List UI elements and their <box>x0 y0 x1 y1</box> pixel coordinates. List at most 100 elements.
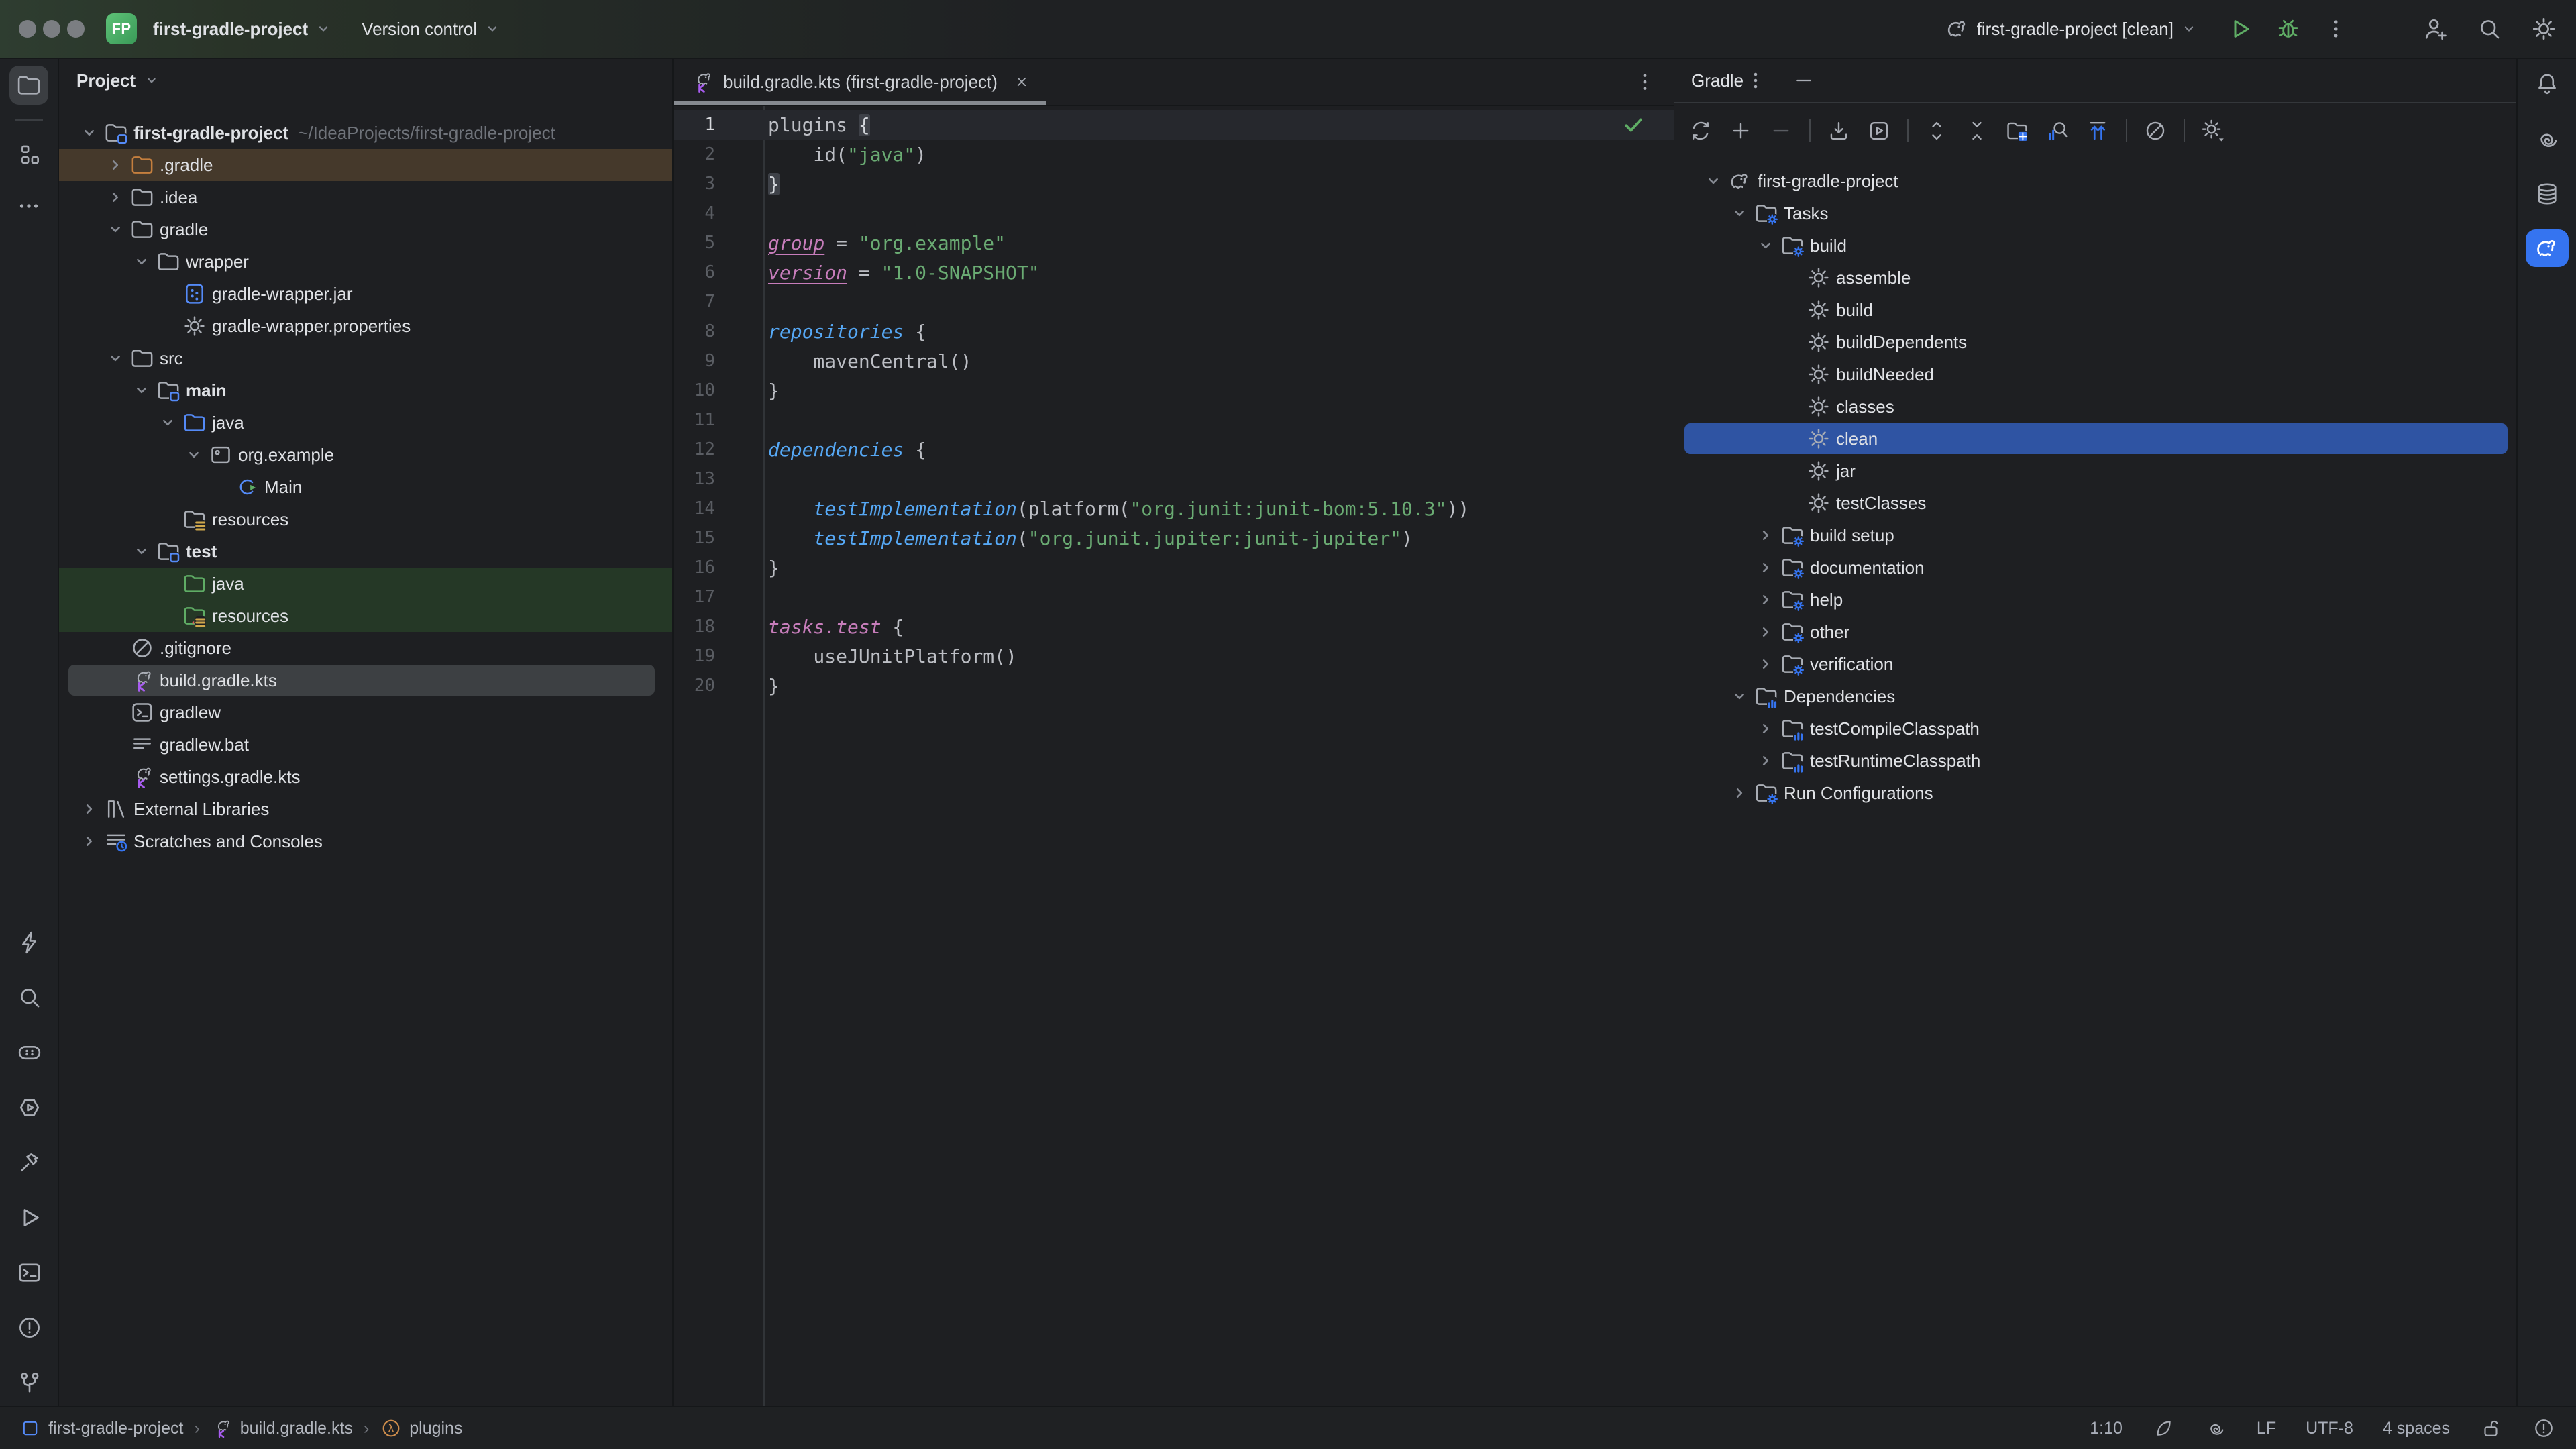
bell-tool-button[interactable] <box>2528 64 2567 103</box>
tree-item-tasks[interactable]: Tasks <box>1674 197 2516 229</box>
caret-position-widget[interactable]: 1:10 <box>2090 1419 2123 1438</box>
git-branch-tool-button[interactable] <box>10 1363 49 1402</box>
run-button[interactable] <box>2226 15 2254 43</box>
chevron-down-icon[interactable] <box>1726 202 1753 225</box>
more-h-tool-button[interactable] <box>9 186 48 225</box>
code-line-16[interactable]: 16} <box>674 553 1674 582</box>
tree-item-org-example[interactable]: org.example <box>59 439 672 471</box>
window-close-button[interactable] <box>19 20 36 38</box>
chevron-right-icon[interactable] <box>76 798 103 820</box>
tree-item--gradle[interactable]: .gradle <box>59 149 672 181</box>
proofread-icon[interactable] <box>2152 1417 2175 1440</box>
offline-button[interactable] <box>2138 113 2173 148</box>
search-everywhere-button[interactable] <box>2475 15 2504 43</box>
tree-item-first-gradle-project[interactable]: first-gradle-project <box>1674 165 2516 197</box>
collapse-all-button[interactable] <box>1960 113 1994 148</box>
write-access-lock-icon[interactable] <box>2479 1417 2502 1440</box>
folder-grid-button[interactable] <box>2000 113 2035 148</box>
chevron-down-icon[interactable] <box>1700 170 1727 193</box>
tree-item-settings-gradle-kts[interactable]: settings.gradle.kts <box>59 761 672 793</box>
find-task-button[interactable] <box>2040 113 2075 148</box>
encoding-widget[interactable]: UTF-8 <box>2306 1419 2353 1438</box>
gradle-tool-button[interactable] <box>2526 229 2569 267</box>
problems-tool-button[interactable] <box>10 1308 49 1347</box>
line-ending-widget[interactable]: LF <box>2257 1419 2276 1438</box>
chevron-right-icon[interactable] <box>1752 717 1779 740</box>
tree-item-testclasses[interactable]: testClasses <box>1674 487 2516 519</box>
ai-tool-button[interactable] <box>2528 119 2567 158</box>
breadcrumb-plugins[interactable]: λ plugins <box>380 1417 463 1440</box>
tree-item-dependencies[interactable]: Dependencies <box>1674 680 2516 712</box>
code-line-5[interactable]: 5 group = "org.example" <box>674 228 1674 258</box>
chevron-right-icon[interactable] <box>102 154 129 176</box>
chevron-down-icon[interactable] <box>102 218 129 241</box>
chevron-down-icon[interactable] <box>154 411 181 434</box>
debug-button[interactable] <box>2274 15 2302 43</box>
tree-item-main[interactable]: Main <box>59 471 672 503</box>
run-task-button[interactable] <box>1862 113 1896 148</box>
hide-tool-window-button[interactable] <box>1792 68 1816 93</box>
code-line-1[interactable]: 1 plugins { <box>674 110 1674 140</box>
code-line-11[interactable]: 11 <box>674 405 1674 435</box>
project-switcher[interactable]: first-gradle-project <box>144 9 343 49</box>
tree-item-other[interactable]: other <box>1674 616 2516 648</box>
code-line-15[interactable]: 15 testImplementation("org.junit.jupiter… <box>674 523 1674 553</box>
tree-item-assemble[interactable]: assemble <box>1674 262 2516 294</box>
tree-item-builddependents[interactable]: buildDependents <box>1674 326 2516 358</box>
chevron-down-icon[interactable] <box>128 540 155 563</box>
tree-item-first-gradle-project[interactable]: first-gradle-project ~/IdeaProjects/first… <box>59 117 672 149</box>
chevron-right-icon[interactable] <box>76 830 103 853</box>
settings-button[interactable] <box>2529 14 2559 44</box>
add-button[interactable] <box>1723 113 1758 148</box>
code-line-6[interactable]: 6 version = "1.0-SNAPSHOT" <box>674 258 1674 287</box>
tree-item-resources[interactable]: resources <box>59 503 672 535</box>
tree-item-test[interactable]: test <box>59 535 672 568</box>
chevron-right-icon[interactable] <box>102 186 129 209</box>
expand-all-button[interactable] <box>1919 113 1954 148</box>
tree-item-build-gradle-kts[interactable]: build.gradle.kts <box>59 664 672 696</box>
tree-item-build[interactable]: build <box>1674 294 2516 326</box>
code-line-4[interactable]: 4 <box>674 199 1674 228</box>
vcs-menu[interactable]: Version control <box>352 9 512 49</box>
chevron-down-icon[interactable] <box>102 347 129 370</box>
chevron-down-icon[interactable] <box>142 71 161 90</box>
chevron-right-icon[interactable] <box>1752 653 1779 676</box>
close-icon[interactable] <box>1012 72 1031 91</box>
code-line-10[interactable]: 10} <box>674 376 1674 405</box>
tree-item-jar[interactable]: jar <box>1674 455 2516 487</box>
breadcrumb-build-gradle-kts[interactable]: build.gradle.kts <box>211 1417 353 1440</box>
tree-item-documentation[interactable]: documentation <box>1674 551 2516 584</box>
tree-item-buildneeded[interactable]: buildNeeded <box>1674 358 2516 390</box>
chevron-right-icon[interactable] <box>1726 782 1753 804</box>
code-line-18[interactable]: 18 tasks.test { <box>674 612 1674 641</box>
tree-item-build-setup[interactable]: build setup <box>1674 519 2516 551</box>
tree-item-src[interactable]: src <box>59 342 672 374</box>
chevron-right-icon[interactable] <box>1752 749 1779 772</box>
tree-item-build[interactable]: build <box>1674 229 2516 262</box>
tree-item-scratches-and-consoles[interactable]: Scratches and Consoles <box>59 825 672 857</box>
code-line-8[interactable]: 8 repositories { <box>674 317 1674 346</box>
bolt-tool-button[interactable] <box>10 923 49 962</box>
tree-item-wrapper[interactable]: wrapper <box>59 246 672 278</box>
code-line-2[interactable]: 2 id("java") <box>674 140 1674 169</box>
build-hammer-tool-button[interactable] <box>10 1143 49 1182</box>
code-line-14[interactable]: 14 testImplementation(platform("org.juni… <box>674 494 1674 523</box>
tree-item-gradle[interactable]: gradle <box>59 213 672 246</box>
code-line-9[interactable]: 9 mavenCentral() <box>674 346 1674 376</box>
code-line-17[interactable]: 17 <box>674 582 1674 612</box>
breadcrumb-first-gradle-project[interactable]: first-gradle-project <box>19 1417 183 1440</box>
tree-item-java[interactable]: java <box>59 407 672 439</box>
chevron-right-icon[interactable] <box>1752 621 1779 643</box>
pill-dots-tool-button[interactable] <box>10 1033 49 1072</box>
tree-item-classes[interactable]: classes <box>1674 390 2516 423</box>
code-editor[interactable]: 1 plugins {2 id("java") 3} 4 5 group = "org.e… <box>674 106 1674 1406</box>
structure-tool-button[interactable] <box>9 136 48 174</box>
code-line-19[interactable]: 19 useJUnitPlatform() <box>674 641 1674 671</box>
chevron-down-icon[interactable] <box>128 379 155 402</box>
tree-item-clean[interactable]: clean <box>1674 423 2516 455</box>
download-button[interactable] <box>1821 113 1856 148</box>
terminal-tool-tool-button[interactable] <box>10 1253 49 1292</box>
editor-tab-build-gradle-kts[interactable]: build.gradle.kts (first-gradle-project) <box>674 59 1046 105</box>
sync-button[interactable] <box>1683 113 1718 148</box>
tree-item-gradle-wrapper-properties[interactable]: gradle-wrapper.properties <box>59 310 672 342</box>
